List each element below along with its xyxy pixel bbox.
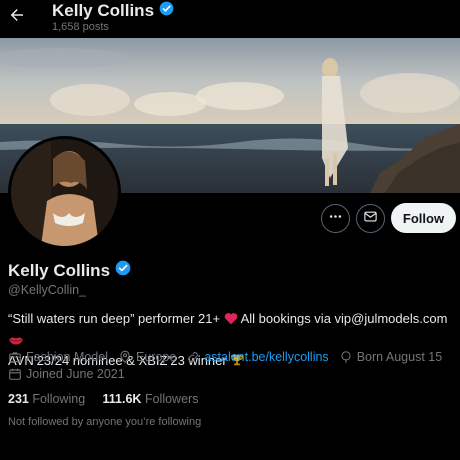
bio-text-part1: “Still waters run deep” performer 21+ — [8, 311, 221, 326]
joined-label: Joined June 2021 — [26, 367, 125, 381]
avatar[interactable] — [8, 136, 121, 249]
location-icon — [120, 350, 130, 363]
meta-category: Fashion Model — [8, 350, 108, 364]
avatar-image — [11, 139, 118, 246]
location-label: Europe — [136, 350, 177, 364]
verified-badge-icon — [159, 1, 174, 21]
header-name: Kelly Collins — [52, 1, 155, 20]
profile-name: Kelly Collins — [8, 260, 111, 280]
header-title: Kelly Collins — [52, 1, 174, 21]
more-icon — [328, 209, 343, 229]
verified-badge-icon[interactable] — [115, 260, 131, 281]
profile-joined-row: Joined June 2021 — [8, 367, 135, 381]
website-link[interactable]: astalent.be/kellycollins — [204, 350, 328, 364]
bio-text-part2: All bookings via vip@julmodels.com — [240, 311, 448, 326]
calendar-icon — [9, 368, 21, 380]
message-icon — [363, 209, 378, 229]
lips-emoji-icon — [8, 332, 24, 351]
post-count: 1,658 posts — [52, 21, 109, 33]
meta-birthday: Born August 15 — [339, 350, 442, 364]
followers-label: Followers — [144, 392, 199, 406]
birthday-label: Born August 15 — [356, 350, 443, 364]
meta-joined: Joined June 2021 — [8, 367, 125, 381]
following-label: Following — [32, 392, 86, 406]
profile-meta-row: Fashion Model Europe astalent.be/kellyco… — [8, 350, 452, 364]
profile-name-row: Kelly Collins — [8, 260, 131, 281]
link-icon — [188, 352, 199, 362]
category-label: Fashion Model — [26, 350, 108, 364]
follow-button[interactable]: Follow — [391, 203, 456, 233]
message-button[interactable] — [356, 204, 385, 233]
following-count: 231 — [8, 392, 29, 406]
meta-location: Europe — [118, 350, 176, 364]
briefcase-icon — [9, 352, 21, 363]
follow-stats: 231 Following 111.6K Followers — [8, 392, 198, 406]
followers-link[interactable]: 111.6K Followers — [103, 392, 199, 406]
more-options-button[interactable] — [321, 204, 350, 233]
top-bar: Kelly Collins 1,658 posts — [0, 0, 460, 38]
followed-by-text: Not followed by anyone you’re following — [8, 416, 202, 428]
birthday-icon — [341, 351, 351, 363]
following-link[interactable]: 231 Following — [8, 392, 85, 406]
back-arrow-icon[interactable] — [8, 6, 26, 24]
profile-handle: @KellyCollin_ — [8, 283, 86, 297]
followers-count: 111.6K — [102, 392, 142, 406]
heart-emoji-icon — [224, 311, 238, 330]
meta-website: astalent.be/kellycollins — [186, 350, 329, 364]
